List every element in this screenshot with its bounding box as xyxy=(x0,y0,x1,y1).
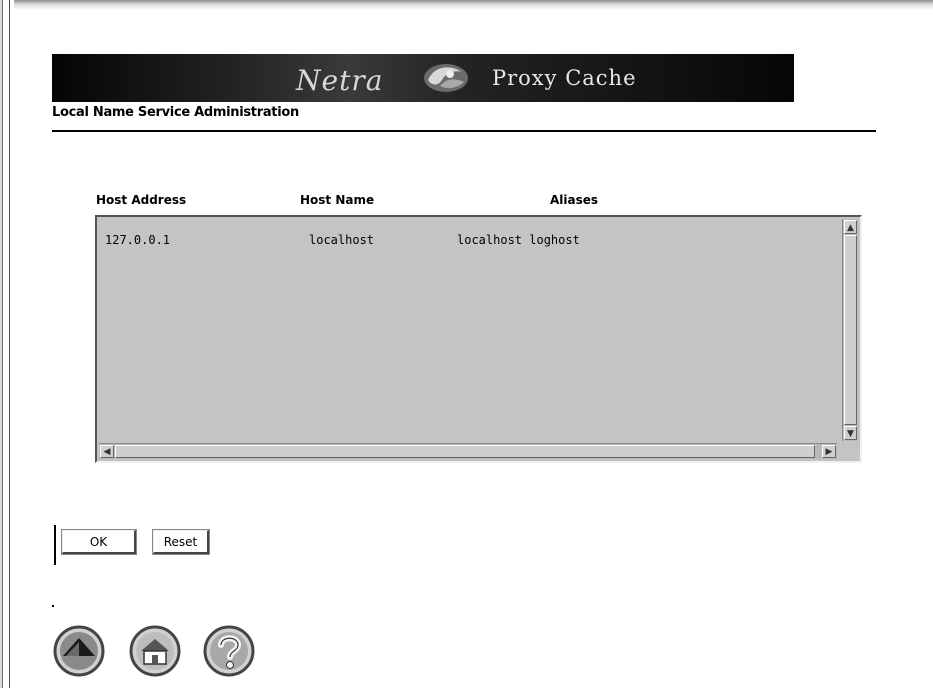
up-arrow-icon[interactable] xyxy=(52,624,106,678)
column-header-aliases: Aliases xyxy=(550,193,599,207)
table-row[interactable]: 127.0.0.1 localhost localhost loghost xyxy=(99,233,839,249)
cell-host-name: localhost xyxy=(309,233,375,247)
horizontal-scrollbar[interactable]: ◀ ▶ xyxy=(99,443,837,459)
home-icon[interactable] xyxy=(128,624,182,678)
help-icon[interactable] xyxy=(202,624,256,678)
cell-host-address: 127.0.0.1 xyxy=(105,233,171,247)
separator-dot xyxy=(52,605,54,607)
window-edge-top xyxy=(0,0,933,10)
scroll-up-arrow-icon[interactable]: ▲ xyxy=(844,220,857,234)
vertical-scrollbar[interactable]: ▲ ▼ xyxy=(842,219,858,441)
horizontal-scroll-thumb[interactable] xyxy=(115,445,815,458)
cell-aliases: localhost loghost xyxy=(457,233,580,247)
column-header-host-address: Host Address xyxy=(96,193,187,207)
banner: Netra Proxy Cache xyxy=(52,54,794,102)
scroll-left-arrow-icon[interactable]: ◀ xyxy=(100,445,114,458)
banner-product: Proxy Cache xyxy=(492,66,637,90)
hosts-listbox[interactable]: 127.0.0.1 localhost localhost loghost ▲ … xyxy=(95,215,862,463)
scroll-down-arrow-icon[interactable]: ▼ xyxy=(844,426,857,440)
hosts-list: 127.0.0.1 localhost localhost loghost xyxy=(99,219,839,441)
ok-button[interactable]: OK xyxy=(61,529,137,555)
default-button-marker xyxy=(54,525,56,565)
admin-page: Netra Proxy Cache Local Name Service Adm… xyxy=(0,0,933,688)
netra-logo-icon xyxy=(424,64,468,92)
vertical-scroll-thumb[interactable] xyxy=(844,235,857,425)
column-header-host-name: Host Name xyxy=(300,193,375,207)
window-edge-left xyxy=(0,0,14,688)
banner-brand: Netra xyxy=(296,64,384,97)
scroll-right-arrow-icon[interactable]: ▶ xyxy=(822,445,836,458)
page-title: Local Name Service Administration xyxy=(52,105,299,120)
reset-button[interactable]: Reset xyxy=(152,529,210,555)
title-divider xyxy=(52,130,876,132)
